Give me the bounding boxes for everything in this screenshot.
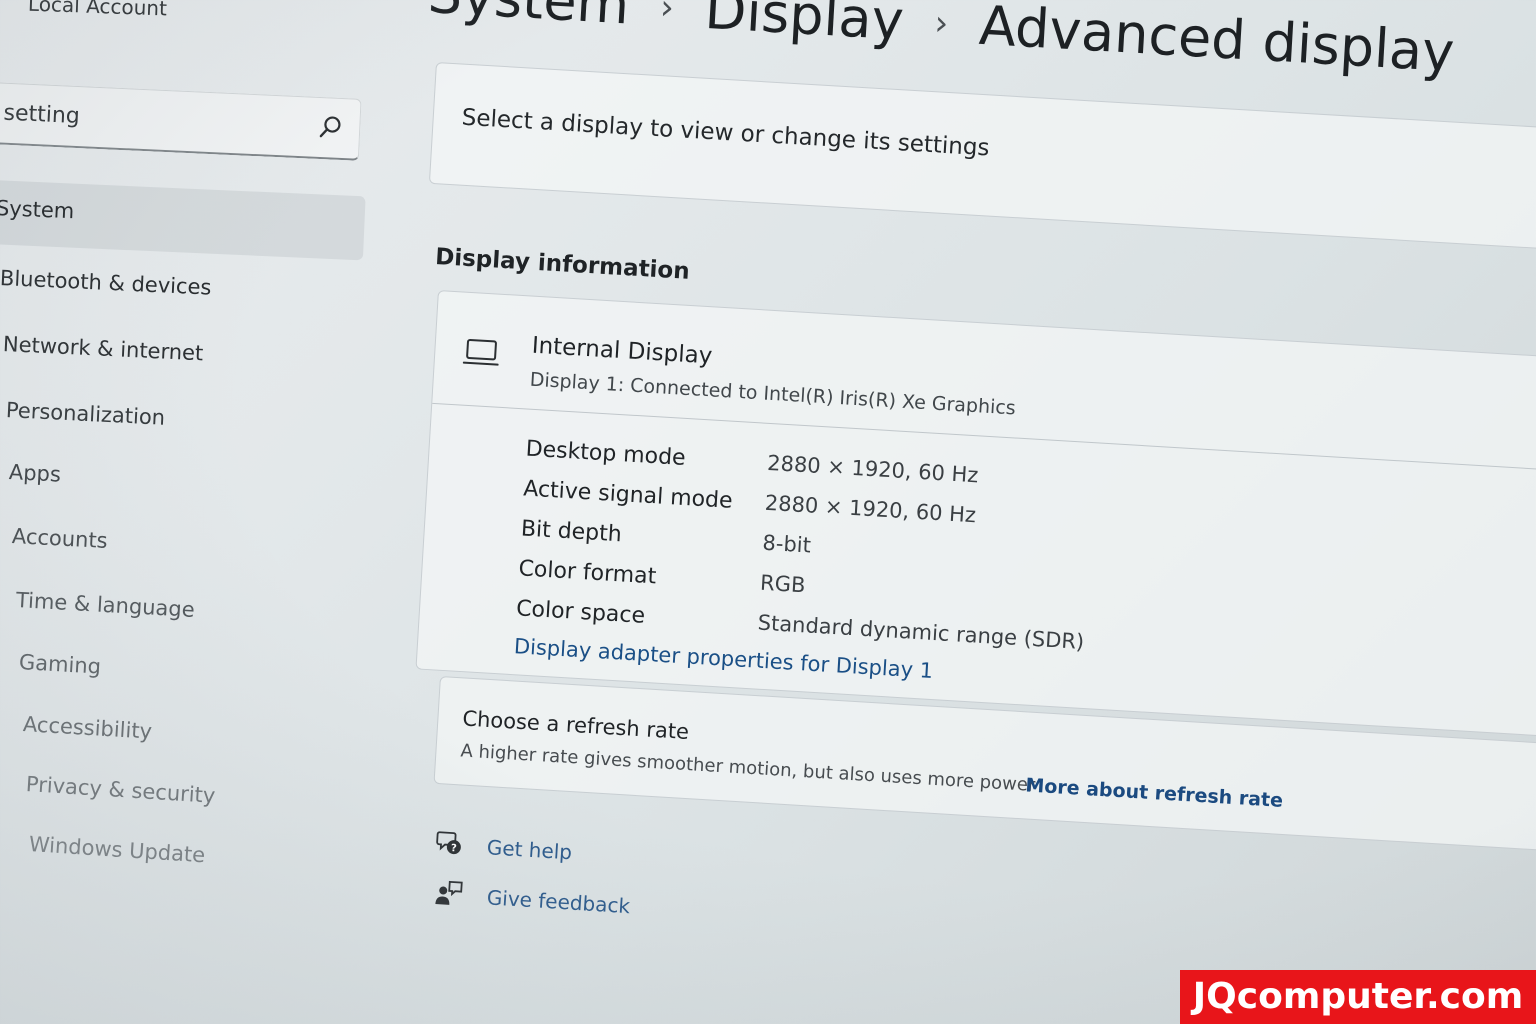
sidebar-item-personalization[interactable]: Personalization <box>5 398 165 430</box>
sidebar-item-apps[interactable]: Apps <box>8 460 61 487</box>
property-value: 2880 × 1920, 60 Hz <box>766 450 980 488</box>
breadcrumb-separator: › <box>659 0 676 28</box>
property-label: Color space <box>515 596 646 629</box>
property-label: Bit depth <box>520 516 623 548</box>
sidebar-item-time-language[interactable]: Time & language <box>15 588 195 622</box>
display-information-heading: Display information <box>434 244 691 285</box>
sidebar-item-system[interactable]: System <box>0 196 75 223</box>
property-label: Desktop mode <box>524 436 687 471</box>
sidebar-item-privacy-security[interactable]: Privacy & security <box>25 772 216 808</box>
page-title: Advanced display <box>977 0 1456 85</box>
select-display-card[interactable]: Select a display to view or change its s… <box>428 62 1536 251</box>
sidebar-item-network[interactable]: Network & internet <box>2 332 203 365</box>
settings-window: Local Account System Bluetooth & devices… <box>0 0 1536 1024</box>
select-display-prompt: Select a display to view or change its s… <box>461 104 991 162</box>
search-box[interactable] <box>0 82 362 161</box>
sidebar-item-gaming[interactable]: Gaming <box>18 650 101 679</box>
help-icon: ? <box>436 831 461 854</box>
sidebar-item-windows-update[interactable]: Windows Update <box>28 832 206 867</box>
svg-text:?: ? <box>451 843 458 854</box>
give-feedback-link[interactable]: Give feedback <box>486 885 631 918</box>
display-subtitle: Display 1: Connected to Intel(R) Iris(R)… <box>529 368 1017 420</box>
sidebar-item-accounts[interactable]: Accounts <box>11 524 108 553</box>
display-information-card: Internal Display Display 1: Connected to… <box>415 290 1536 739</box>
watermark-badge: JQcomputer.com <box>1180 970 1536 1024</box>
refresh-rate-title: Choose a refresh rate <box>461 706 690 745</box>
display-name: Internal Display <box>531 332 714 370</box>
account-label: Local Account <box>27 0 168 21</box>
breadcrumb-system[interactable]: System <box>426 0 631 36</box>
property-label: Color format <box>517 556 657 590</box>
property-value: 8-bit <box>761 530 812 558</box>
laptop-icon <box>462 338 499 366</box>
more-about-refresh-rate-link[interactable]: More about refresh rate <box>1025 774 1284 811</box>
search-icon[interactable] <box>317 114 344 141</box>
sidebar-item-accessibility[interactable]: Accessibility <box>22 712 152 744</box>
sidebar-item-bluetooth[interactable]: Bluetooth & devices <box>0 266 212 300</box>
get-help-link[interactable]: Get help <box>486 835 573 864</box>
search-input[interactable] <box>0 93 307 146</box>
feedback-icon <box>435 880 463 905</box>
breadcrumb-separator: › <box>933 2 950 44</box>
refresh-rate-description: A higher rate gives smoother motion, but… <box>459 740 1036 797</box>
property-value: RGB <box>759 570 807 598</box>
breadcrumb-display[interactable]: Display <box>703 0 905 52</box>
